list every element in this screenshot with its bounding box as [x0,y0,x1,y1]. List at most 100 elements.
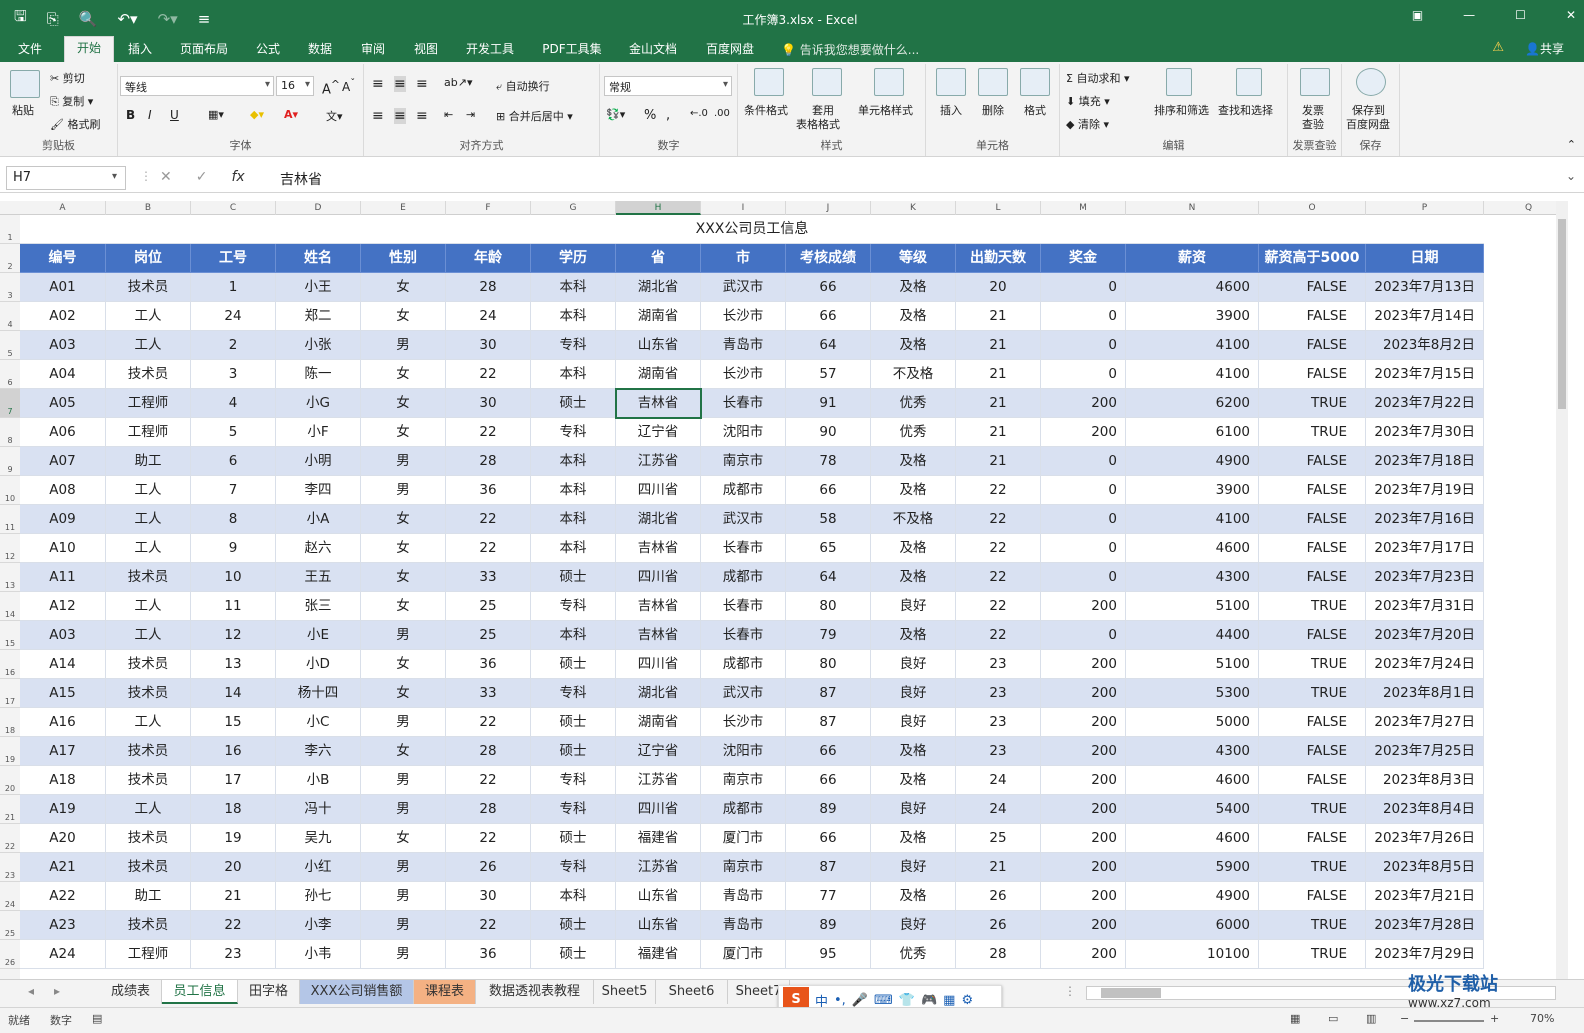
table-cell[interactable]: 0 [1041,534,1126,563]
italic-button[interactable]: I [148,108,152,122]
table-cell[interactable]: 小B [276,766,361,795]
table-cell[interactable]: 2023年7月20日 [1366,621,1484,650]
decrease-decimal-icon[interactable]: .00 [714,108,730,119]
table-cell[interactable]: 专科 [531,766,616,795]
table-cell[interactable]: 2023年7月31日 [1366,592,1484,621]
skin-icon[interactable]: 👕 [899,993,915,1008]
table-cell[interactable]: 辽宁省 [616,737,701,766]
table-cell[interactable]: 江苏省 [616,766,701,795]
table-cell[interactable]: 小C [276,708,361,737]
table-cell[interactable]: 技术员 [106,824,191,853]
tab-file[interactable]: 文件 [10,40,50,62]
table-cell[interactable]: 小王 [276,273,361,302]
table-cell[interactable]: 湖北省 [616,505,701,534]
comma-icon[interactable]: , [666,108,670,123]
table-cell[interactable]: 四川省 [616,476,701,505]
table-cell[interactable]: 成都市 [701,650,786,679]
table-cell[interactable]: 21 [956,418,1041,447]
table-cell[interactable]: 及格 [871,882,956,911]
table-cell[interactable]: 58 [786,505,871,534]
table-cell[interactable]: 66 [786,737,871,766]
table-cell[interactable]: 优秀 [871,418,956,447]
table-cell[interactable]: 5100 [1126,592,1259,621]
table-cell[interactable]: 20 [956,273,1041,302]
table-cell[interactable]: 王五 [276,563,361,592]
worksheet-grid[interactable]: ABCDEFGHIJKLMNOPQ 1 2 3 4 5 6 7 8 9 10 11 12 13 14 15 1… [0,201,1556,979]
table-cell[interactable]: A15 [20,679,106,708]
table-cell[interactable]: 江苏省 [616,447,701,476]
row-header[interactable]: 10 [0,476,20,505]
table-cell[interactable]: 0 [1041,505,1126,534]
table-cell[interactable]: A02 [20,302,106,331]
table-cell[interactable]: 33 [446,563,531,592]
table-cell[interactable]: 1 [191,273,276,302]
table-cell[interactable]: 22 [446,766,531,795]
insert-function-icon[interactable]: fx [231,169,244,185]
table-cell[interactable]: 200 [1041,737,1126,766]
insert-cells-icon[interactable] [936,68,966,96]
table-cell[interactable]: 江苏省 [616,853,701,882]
table-cell[interactable]: 90 [786,418,871,447]
table-cell[interactable]: 23 [956,679,1041,708]
table-cell[interactable]: 24 [191,302,276,331]
table-cell[interactable]: 小张 [276,331,361,360]
table-cell[interactable]: 男 [361,708,446,737]
table-cell[interactable]: 22 [446,534,531,563]
table-cell[interactable]: 30 [446,882,531,911]
keyboard-icon[interactable]: ⌨ [874,993,893,1008]
table-cell[interactable]: 技术员 [106,679,191,708]
increase-indent-icon[interactable]: ⇥ [466,108,475,121]
table-cell[interactable]: 2023年7月16日 [1366,505,1484,534]
table-cell[interactable]: 23 [191,940,276,969]
table-cell[interactable]: 女 [361,679,446,708]
table-cell[interactable]: 硕士 [531,650,616,679]
table-cell[interactable]: 22 [446,824,531,853]
align-left-icon[interactable]: ≡ [372,108,384,124]
table-cell[interactable]: 24 [956,795,1041,824]
table-cell[interactable]: 2023年7月25日 [1366,737,1484,766]
table-cell[interactable]: 4100 [1126,505,1259,534]
table-cell[interactable]: 四川省 [616,563,701,592]
table-cell[interactable]: 女 [361,650,446,679]
table-cell[interactable]: A05 [20,389,106,418]
table-cell[interactable]: 0 [1041,273,1126,302]
table-cell[interactable]: 硕士 [531,737,616,766]
cut-button[interactable]: ✂ 剪切 [50,70,85,86]
table-cell[interactable]: 2023年7月24日 [1366,650,1484,679]
table-cell[interactable]: 2023年7月27日 [1366,708,1484,737]
align-center-icon[interactable]: ≡ [394,108,406,124]
table-cell[interactable]: 0 [1041,360,1126,389]
table-cell[interactable]: 沈阳市 [701,418,786,447]
row-header[interactable]: 8 [0,418,20,447]
table-cell[interactable]: 65 [786,534,871,563]
row-header[interactable]: 25 [0,911,20,940]
table-cell[interactable]: 专科 [531,853,616,882]
table-cell[interactable]: 及格 [871,331,956,360]
zoom-slider[interactable] [1414,1020,1484,1022]
table-cell[interactable]: 200 [1041,650,1126,679]
table-cell[interactable]: 女 [361,360,446,389]
table-cell[interactable]: TRUE [1259,679,1366,708]
share-button[interactable]: 👤共享 [1525,40,1564,57]
table-cell[interactable]: FALSE [1259,621,1366,650]
table-cell[interactable]: TRUE [1259,795,1366,824]
table-cell[interactable]: 专科 [531,679,616,708]
table-cell[interactable]: FALSE [1259,331,1366,360]
table-cell[interactable]: A21 [20,853,106,882]
table-cell[interactable]: 200 [1041,940,1126,969]
tab-pdf-tools[interactable]: PDF工具集 [536,40,608,62]
table-cell[interactable]: 小韦 [276,940,361,969]
table-cell[interactable]: 2023年8月1日 [1366,679,1484,708]
table-cell[interactable]: 89 [786,911,871,940]
table-cell[interactable]: 工程师 [106,389,191,418]
table-cell[interactable]: A14 [20,650,106,679]
table-cell[interactable]: 21 [956,853,1041,882]
column-title-cell[interactable]: 日期 [1366,244,1484,273]
table-cell[interactable]: 工人 [106,505,191,534]
table-cell[interactable]: 200 [1041,679,1126,708]
table-cell[interactable]: 4600 [1126,273,1259,302]
table-cell[interactable]: 武汉市 [701,679,786,708]
table-cell[interactable]: 小明 [276,447,361,476]
table-cell[interactable]: 200 [1041,795,1126,824]
percent-icon[interactable]: % [644,108,656,123]
